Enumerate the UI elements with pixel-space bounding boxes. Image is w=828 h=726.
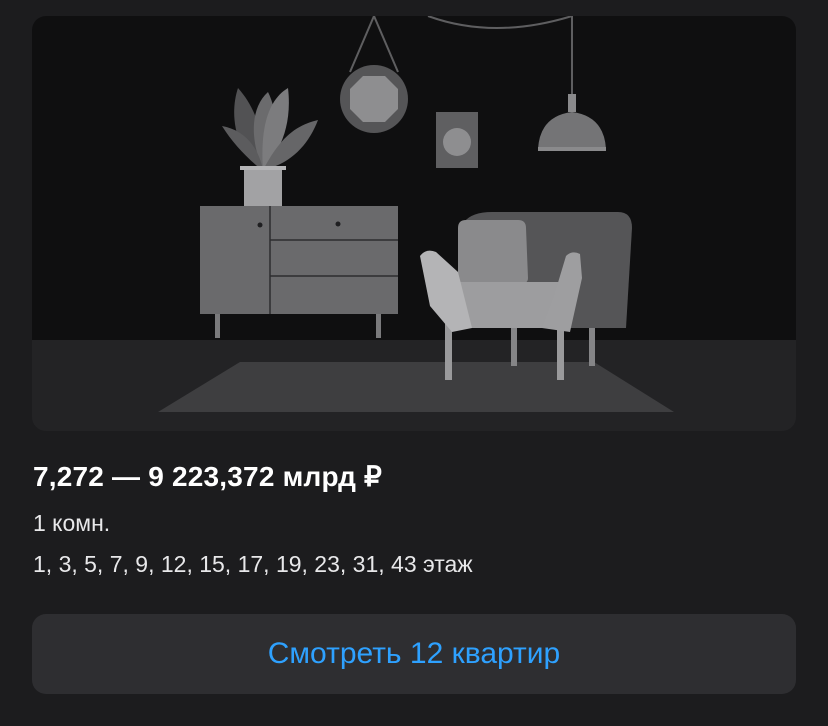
- floors-list: 1, 3, 5, 7, 9, 12, 15, 17, 19, 23, 31, 4…: [33, 551, 473, 577]
- listing-card[interactable]: 7,272 — 9 223,372 млрд ₽ 1 комн. 1, 3, 5…: [0, 0, 828, 726]
- room-illustration: [32, 16, 796, 431]
- price-range: 7,272 — 9 223,372 млрд ₽: [33, 461, 383, 492]
- placeholder-room-illustration: [32, 16, 796, 431]
- rooms-count: 1 комн.: [33, 510, 111, 536]
- view-apartments-button[interactable]: Смотреть 12 квартир: [32, 614, 796, 694]
